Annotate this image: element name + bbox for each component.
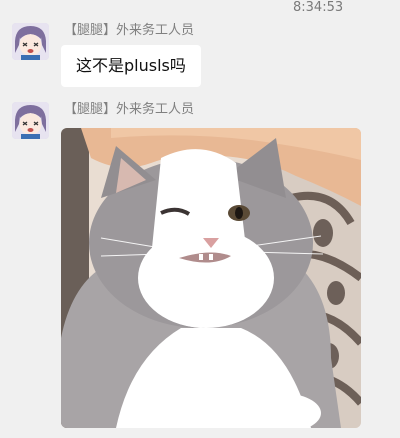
message-bubble[interactable]: 这不是plusls吗 bbox=[61, 45, 201, 87]
chat-window: 8:34:53 【腿腿】外来务工人员 这不是plusls吗 【腿腿】外来务工人员 bbox=[0, 0, 400, 438]
message-timestamp: 8:34:53 bbox=[293, 0, 344, 15]
sender-name[interactable]: 【腿腿】外来务工人员 bbox=[64, 22, 194, 40]
cat-photo-message[interactable] bbox=[61, 128, 361, 428]
avatar[interactable] bbox=[12, 102, 49, 139]
cat-photo bbox=[61, 128, 361, 428]
avatar[interactable] bbox=[12, 23, 49, 60]
sender-name[interactable]: 【腿腿】外来务工人员 bbox=[64, 101, 194, 119]
